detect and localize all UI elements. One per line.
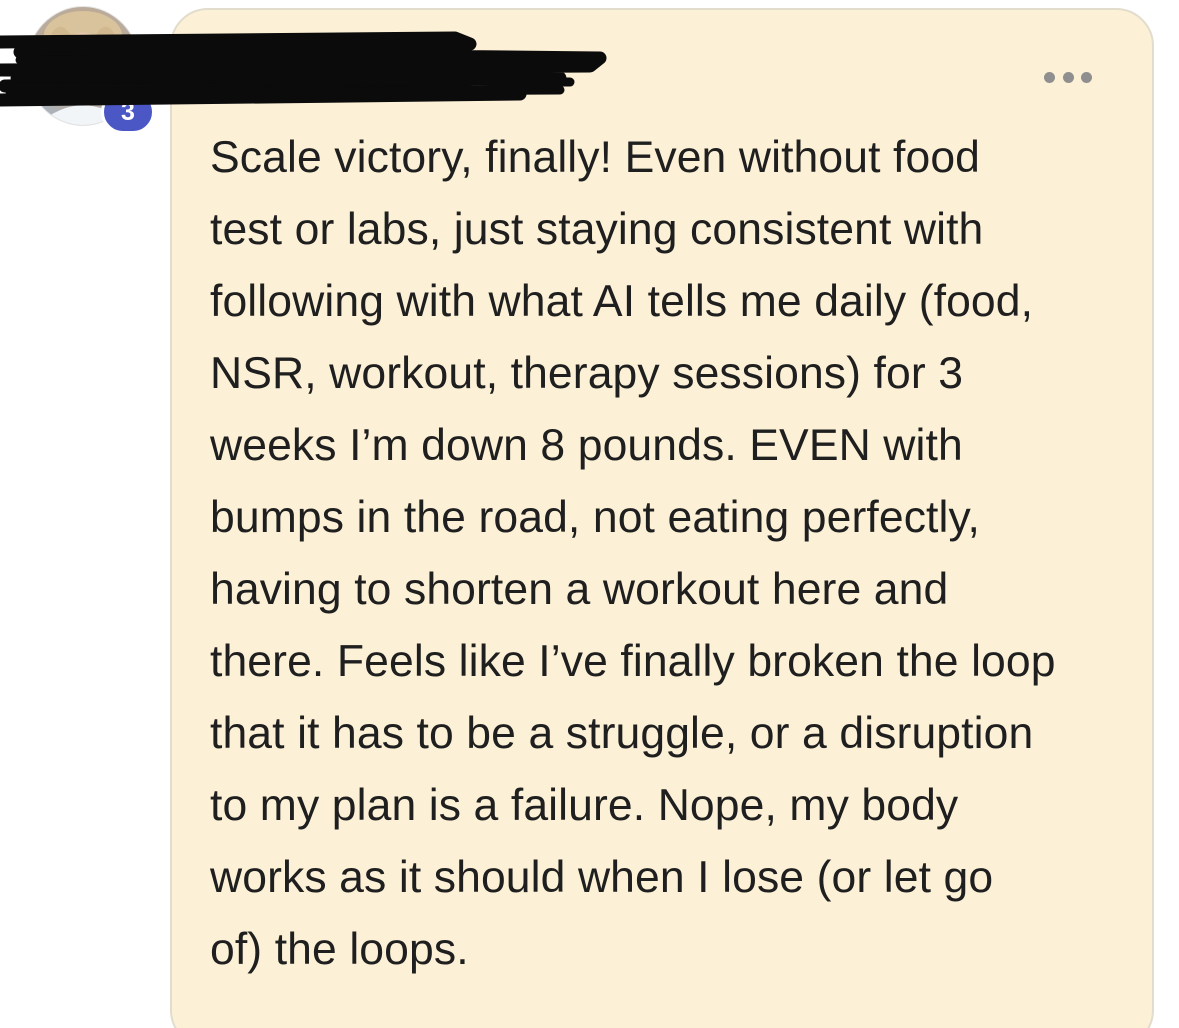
comment-line: bumps in the road, not eating perfectly, [210, 493, 981, 542]
comment-line: following with what AI tells me daily (f… [210, 277, 1034, 326]
badge-count: 3 [101, 90, 155, 134]
more-options-button[interactable] [1040, 60, 1096, 94]
comment-body: Scale victory, finally! Even without foo… [210, 122, 1130, 986]
comment-line: weeks I’m down 8 pounds. EVEN with [210, 421, 963, 470]
more-horizontal-icon [1062, 71, 1074, 83]
more-horizontal-icon [1044, 71, 1055, 83]
comment-timestamp: • 6h [470, 59, 528, 96]
comment-line: there. Feels like I’ve finally broken th… [210, 637, 1056, 686]
comment-line: NSR, workout, therapy sessions) for 3 [210, 349, 964, 398]
comment-line: Scale victory, finally! Even without foo… [210, 133, 981, 182]
more-horizontal-icon [1081, 71, 1092, 83]
comment-line: works as it should when I lose (or let g… [210, 853, 994, 902]
comment-line: test or labs, just staying consistent wi… [210, 205, 984, 254]
comment-line: that it has to be a struggle, or a disru… [210, 709, 1034, 758]
comment-screen: 3 • 6h Scale victory, finally! Even with… [0, 0, 1179, 1028]
comment-line: having to shorten a workout here and [210, 565, 949, 614]
comment-line: to my plan is a failure. Nope, my body [210, 781, 959, 830]
comment-line: of) the loops. [210, 925, 469, 974]
